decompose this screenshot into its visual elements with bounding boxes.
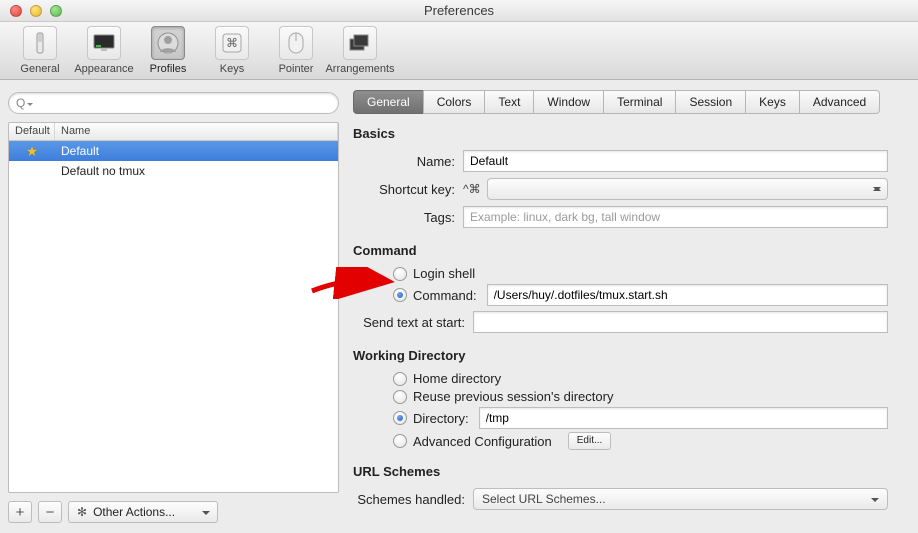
shortcut-modifiers: ^⌘ xyxy=(463,182,481,196)
command-key-icon: ⌘ xyxy=(222,33,242,53)
url-heading: URL Schemes xyxy=(353,464,888,479)
add-profile-button[interactable]: + xyxy=(8,501,32,523)
mouse-icon xyxy=(288,32,304,54)
tb-pointer[interactable]: Pointer xyxy=(264,26,328,75)
url-schemes-combo[interactable]: Select URL Schemes... xyxy=(473,488,888,510)
home-dir-radio[interactable] xyxy=(393,372,407,386)
reuse-dir-label: Reuse previous session's directory xyxy=(413,389,613,404)
other-actions-menu[interactable]: ✻ Other Actions... xyxy=(68,501,218,523)
profile-row[interactable]: ★ Default xyxy=(9,141,338,161)
directory-label: Directory: xyxy=(413,411,469,426)
profile-search-input[interactable] xyxy=(8,92,339,114)
directory-radio[interactable] xyxy=(393,411,407,425)
profile-icon xyxy=(157,32,179,54)
windows-stack-icon xyxy=(349,34,371,52)
command-heading: Command xyxy=(353,243,888,258)
profile-row[interactable]: Default no tmux xyxy=(9,161,338,181)
tab-keys[interactable]: Keys xyxy=(745,90,799,114)
tb-profiles[interactable]: Profiles xyxy=(136,26,200,75)
titlebar: Preferences xyxy=(0,0,918,22)
tab-terminal[interactable]: Terminal xyxy=(603,90,675,114)
tags-label: Tags: xyxy=(353,210,463,225)
shortcut-label: Shortcut key: xyxy=(353,182,463,197)
preferences-toolbar: General Appearance Profiles ⌘ Keys Point… xyxy=(0,22,918,80)
tab-session[interactable]: Session xyxy=(675,90,745,114)
svg-text:⌘: ⌘ xyxy=(226,36,238,50)
star-icon: ★ xyxy=(26,143,39,160)
reuse-dir-radio[interactable] xyxy=(393,390,407,404)
tab-advanced[interactable]: Advanced xyxy=(799,90,880,114)
profiles-sidebar: Q Default Name ★ Default Default no tmux… xyxy=(0,80,345,533)
basics-heading: Basics xyxy=(353,126,888,141)
directory-field[interactable] xyxy=(479,407,888,429)
tab-general[interactable]: General xyxy=(353,90,423,114)
login-shell-radio[interactable] xyxy=(393,267,407,281)
other-actions-label: Other Actions... xyxy=(93,505,175,519)
login-shell-label: Login shell xyxy=(413,266,475,281)
command-label: Command: xyxy=(413,288,477,303)
name-label: Name: xyxy=(353,154,463,169)
send-text-field[interactable] xyxy=(473,311,888,333)
gear-icon: ✻ xyxy=(77,505,87,519)
advanced-config-radio[interactable] xyxy=(393,434,407,448)
name-field[interactable] xyxy=(463,150,888,172)
advanced-config-label: Advanced Configuration xyxy=(413,434,552,449)
traffic-lights xyxy=(0,5,62,17)
profile-detail: General Colors Text Window Terminal Sess… xyxy=(345,80,918,533)
tb-keys[interactable]: ⌘ Keys xyxy=(200,26,264,75)
tb-arrangements[interactable]: Arrangements xyxy=(328,26,392,75)
tb-general[interactable]: General xyxy=(8,26,72,75)
zoom-window-button[interactable] xyxy=(50,5,62,17)
close-window-button[interactable] xyxy=(10,5,22,17)
command-field[interactable] xyxy=(487,284,888,306)
tags-field[interactable] xyxy=(463,206,888,228)
tab-window[interactable]: Window xyxy=(533,90,603,114)
profile-name: Default no tmux xyxy=(55,164,145,178)
col-name[interactable]: Name xyxy=(55,123,338,140)
remove-profile-button[interactable]: − xyxy=(38,501,62,523)
tab-colors[interactable]: Colors xyxy=(423,90,485,114)
shortcut-popup[interactable] xyxy=(487,178,888,200)
profile-tabs: General Colors Text Window Terminal Sess… xyxy=(353,90,888,114)
home-dir-label: Home directory xyxy=(413,371,501,386)
command-radio[interactable] xyxy=(393,288,407,302)
profiles-table-header: Default Name xyxy=(9,123,338,141)
send-text-label: Send text at start: xyxy=(353,315,473,330)
col-default[interactable]: Default xyxy=(9,123,55,140)
tb-appearance[interactable]: Appearance xyxy=(72,26,136,75)
monitor-icon xyxy=(93,34,115,52)
tab-text[interactable]: Text xyxy=(484,90,533,114)
workdir-heading: Working Directory xyxy=(353,348,888,363)
edit-advanced-button[interactable]: Edit... xyxy=(568,432,612,450)
minimize-window-button[interactable] xyxy=(30,5,42,17)
window-title: Preferences xyxy=(424,3,494,18)
switch-icon xyxy=(31,32,49,54)
profile-name: Default xyxy=(55,144,99,158)
schemes-label: Schemes handled: xyxy=(353,492,473,507)
profiles-table: Default Name ★ Default Default no tmux xyxy=(8,122,339,493)
